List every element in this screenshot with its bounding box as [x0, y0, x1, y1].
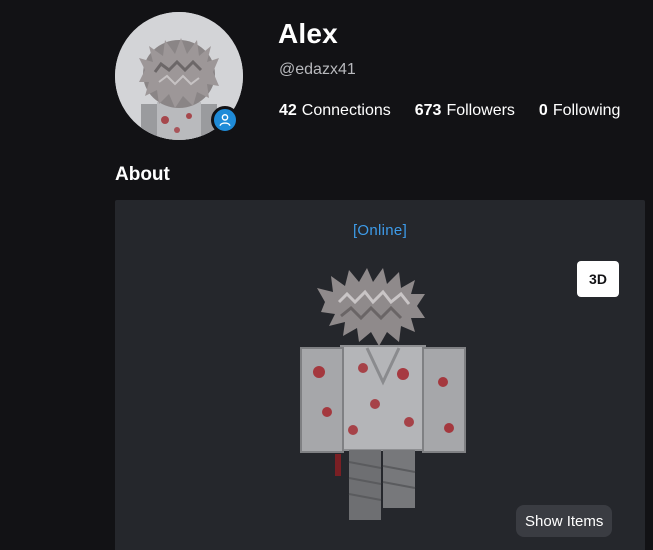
avatar-viewer: [Online] 3D Show Items — [115, 200, 645, 550]
display-name: Alex — [278, 18, 338, 49]
show-items-button[interactable]: Show Items — [516, 505, 613, 537]
avatar-3d-model[interactable] — [283, 262, 483, 550]
avatar[interactable] — [115, 12, 243, 140]
profile-stats: 42 Connections 673 Followers 0 Following — [279, 102, 620, 120]
about-heading: About — [115, 164, 170, 185]
connections-count: 42 — [279, 102, 297, 119]
followers-link[interactable]: 673 Followers — [415, 102, 515, 120]
presence-status: [Online] — [352, 222, 408, 239]
profile-page: Alex @edazx41 42 Connections 673 Followers… — [0, 0, 653, 550]
following-label: Following — [552, 102, 621, 119]
connections-label: Connections — [301, 102, 391, 119]
followers-label: Followers — [446, 102, 515, 119]
followers-count: 673 — [414, 102, 442, 119]
following-count: 0 — [538, 102, 548, 119]
following-link[interactable]: 0 Following — [539, 102, 621, 120]
user-icon — [211, 106, 239, 134]
connections-link[interactable]: 42 Connections — [279, 102, 391, 120]
toggle-3d-button[interactable]: 3D — [577, 261, 619, 297]
username: @edazx41 — [279, 61, 356, 78]
